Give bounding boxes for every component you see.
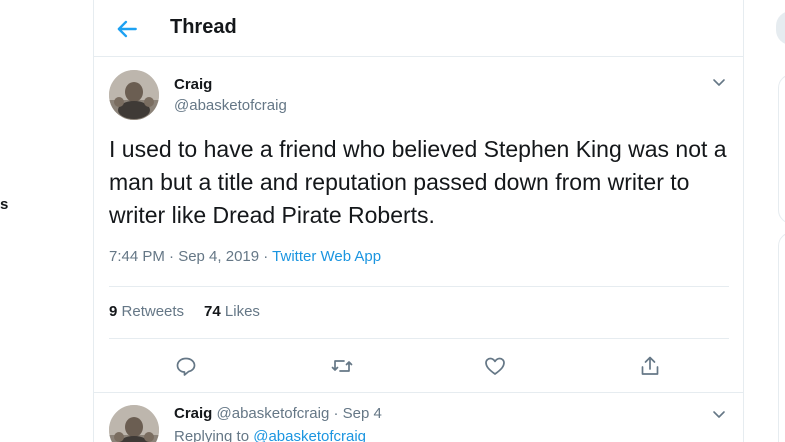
chevron-down-icon	[713, 411, 725, 418]
divider	[109, 338, 729, 339]
reply-header: Craig @abasketofcraig · Sep 4	[174, 405, 382, 422]
left-nav-fragment: s	[0, 196, 9, 213]
sidebar-card-edge	[778, 232, 785, 442]
back-button[interactable]	[114, 16, 140, 42]
reply-author-handle-date[interactable]: @abasketofcraig · Sep 4	[217, 405, 382, 422]
divider	[109, 286, 729, 287]
likes-stat[interactable]: 74 Likes	[204, 303, 260, 320]
retweet-icon	[331, 360, 353, 372]
avatar-image	[109, 405, 159, 442]
tweet-source-link[interactable]: Twitter Web App	[272, 248, 381, 265]
author-name[interactable]: Craig	[174, 76, 212, 93]
search-box-edge[interactable]	[776, 11, 785, 45]
thread-column: Thread Craig @abasketofcraig I used to h…	[93, 0, 744, 442]
chevron-down-icon	[713, 79, 725, 86]
page-title: Thread	[170, 16, 237, 38]
like-button[interactable]	[483, 354, 507, 378]
tweet-timestamp[interactable]: 7:44 PM · Sep 4, 2019 ·	[109, 248, 272, 265]
reply-button[interactable]	[174, 354, 198, 378]
arrow-left-icon	[117, 20, 137, 38]
retweets-stat[interactable]: 9 Retweets	[109, 303, 184, 320]
retweets-label: Retweets	[121, 303, 185, 320]
thread-header: Thread	[94, 0, 743, 57]
likes-count: 74	[204, 303, 221, 320]
avatar-image	[109, 70, 159, 120]
retweet-button[interactable]	[330, 354, 354, 378]
reply-menu-button[interactable]	[711, 406, 727, 422]
retweets-count: 9	[109, 303, 118, 320]
divider	[94, 392, 743, 393]
author-handle[interactable]: @abasketofcraig	[174, 97, 287, 114]
reply-avatar[interactable]	[109, 405, 159, 442]
replying-to: Replying to @abasketofcraig	[174, 428, 366, 442]
share-icon	[641, 356, 659, 375]
likes-label: Likes	[224, 303, 260, 320]
reply-author-name[interactable]: Craig	[174, 405, 212, 422]
sidebar-card-edge	[778, 74, 785, 224]
tweet-menu-button[interactable]	[711, 74, 727, 90]
tweet-text: I used to have a friend who believed Ste…	[109, 136, 727, 228]
reply-icon	[176, 357, 196, 376]
share-button[interactable]	[638, 354, 662, 378]
tweet-meta: 7:44 PM · Sep 4, 2019 · Twitter Web App	[109, 248, 381, 265]
replying-to-label: Replying to	[174, 428, 254, 442]
tweet-stats: 9 Retweets 74 Likes	[109, 303, 260, 320]
like-icon	[485, 357, 505, 375]
avatar[interactable]	[109, 70, 159, 120]
replying-to-handle[interactable]: @abasketofcraig	[253, 428, 366, 442]
